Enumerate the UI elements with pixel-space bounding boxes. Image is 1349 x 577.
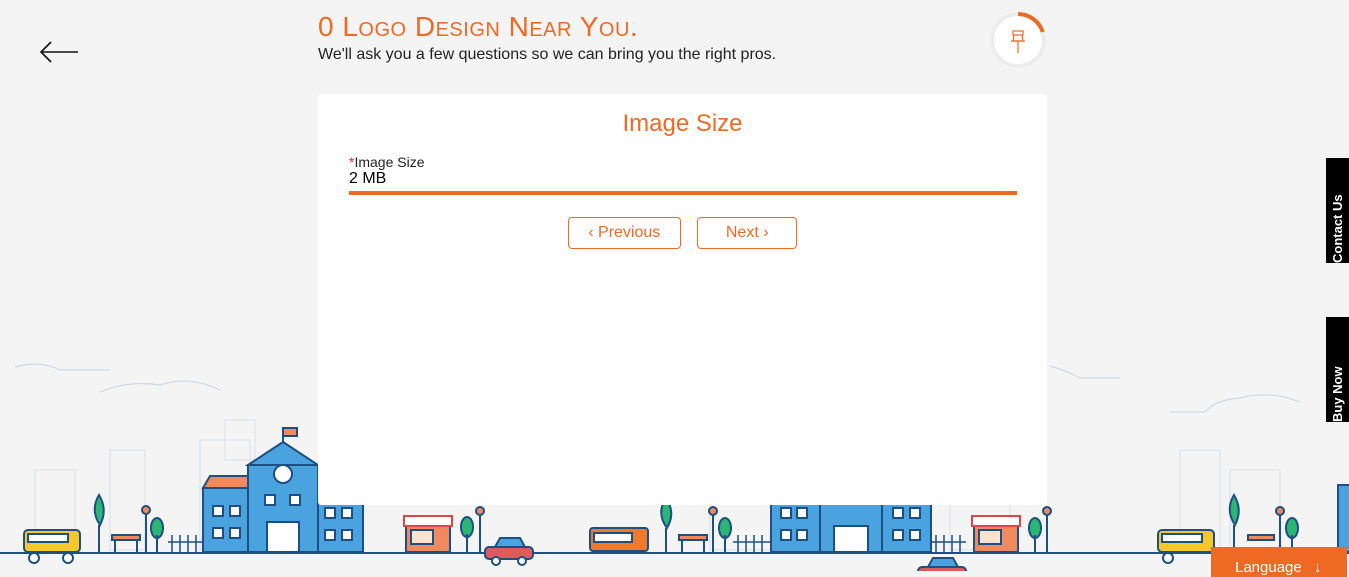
shop [403, 515, 453, 553]
arrow-left-icon [39, 41, 78, 63]
progress-indicator [988, 10, 1048, 70]
field-label-text: Image Size [354, 154, 425, 170]
apartment-building [770, 497, 932, 553]
fence [931, 535, 966, 552]
previous-button[interactable]: ‹ Previous [567, 217, 681, 249]
page-subtitle: We'll ask you a few questions so we can … [318, 46, 777, 63]
arrow-down-icon: ↓ [1313, 559, 1322, 576]
tree [93, 493, 105, 552]
page-title: 0 Logo Design Near You. [318, 11, 639, 42]
small-tree [1028, 517, 1042, 552]
field-label: *Image Size [349, 154, 1017, 170]
lamp-post [141, 505, 151, 552]
language-label: Language [1235, 559, 1302, 576]
bench [678, 534, 708, 552]
small-tree [718, 517, 732, 552]
school-bus [23, 529, 81, 564]
back-arrow-button[interactable] [38, 38, 80, 66]
tree [660, 496, 673, 552]
car [917, 557, 967, 571]
lamp-post [475, 506, 485, 552]
lamp-post [1275, 506, 1285, 552]
tram [589, 527, 649, 552]
contact-us-tab[interactable]: Contact Us [1326, 158, 1349, 263]
bench [1247, 534, 1275, 541]
next-button[interactable]: Next › [697, 217, 798, 249]
car [484, 537, 534, 566]
shop [971, 515, 1021, 553]
tree [1228, 493, 1240, 552]
nav-buttons: ‹ Previous Next › [318, 217, 1047, 249]
building-edge [1337, 484, 1349, 553]
page-header: 0 Logo Design Near You. We'll ask you a … [318, 10, 776, 64]
language-button[interactable]: Language ↓ [1211, 547, 1347, 577]
lamp-post [1042, 506, 1052, 552]
question-card: Image Size *Image Size ‹ Previous Next › [318, 94, 1047, 505]
small-tree [460, 516, 474, 552]
fence [168, 535, 202, 552]
school-bus [1157, 529, 1215, 564]
small-tree [150, 517, 164, 552]
image-size-field: *Image Size [349, 154, 1017, 195]
image-size-input[interactable] [349, 170, 1017, 195]
card-title: Image Size [622, 110, 743, 137]
